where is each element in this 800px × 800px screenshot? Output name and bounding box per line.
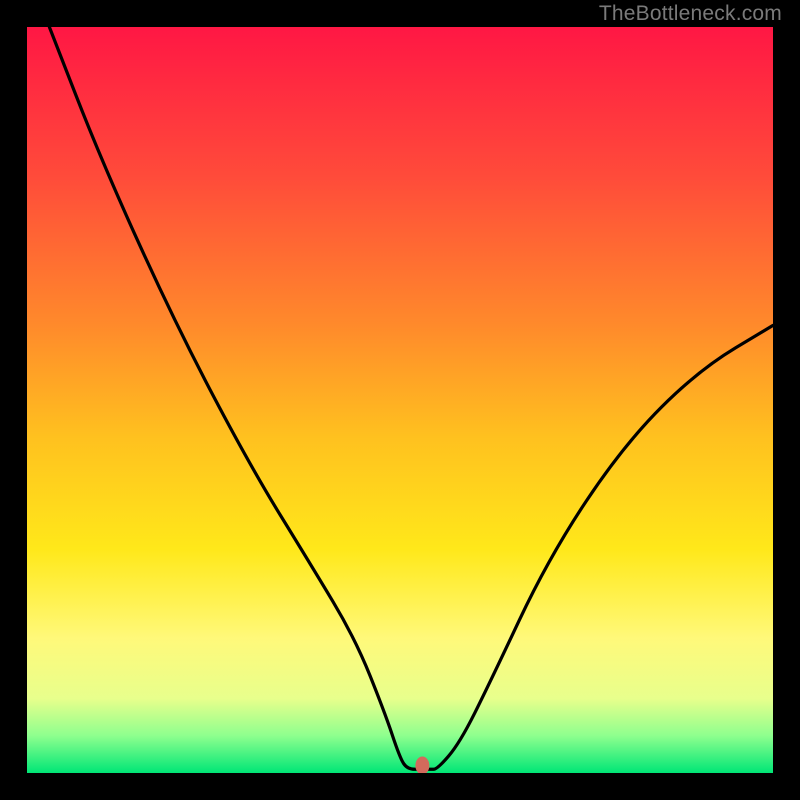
plot-background <box>27 27 773 773</box>
bottleneck-chart <box>0 0 800 800</box>
chart-frame: TheBottleneck.com <box>0 0 800 800</box>
watermark-label: TheBottleneck.com <box>599 2 782 26</box>
minimum-marker <box>415 757 429 775</box>
